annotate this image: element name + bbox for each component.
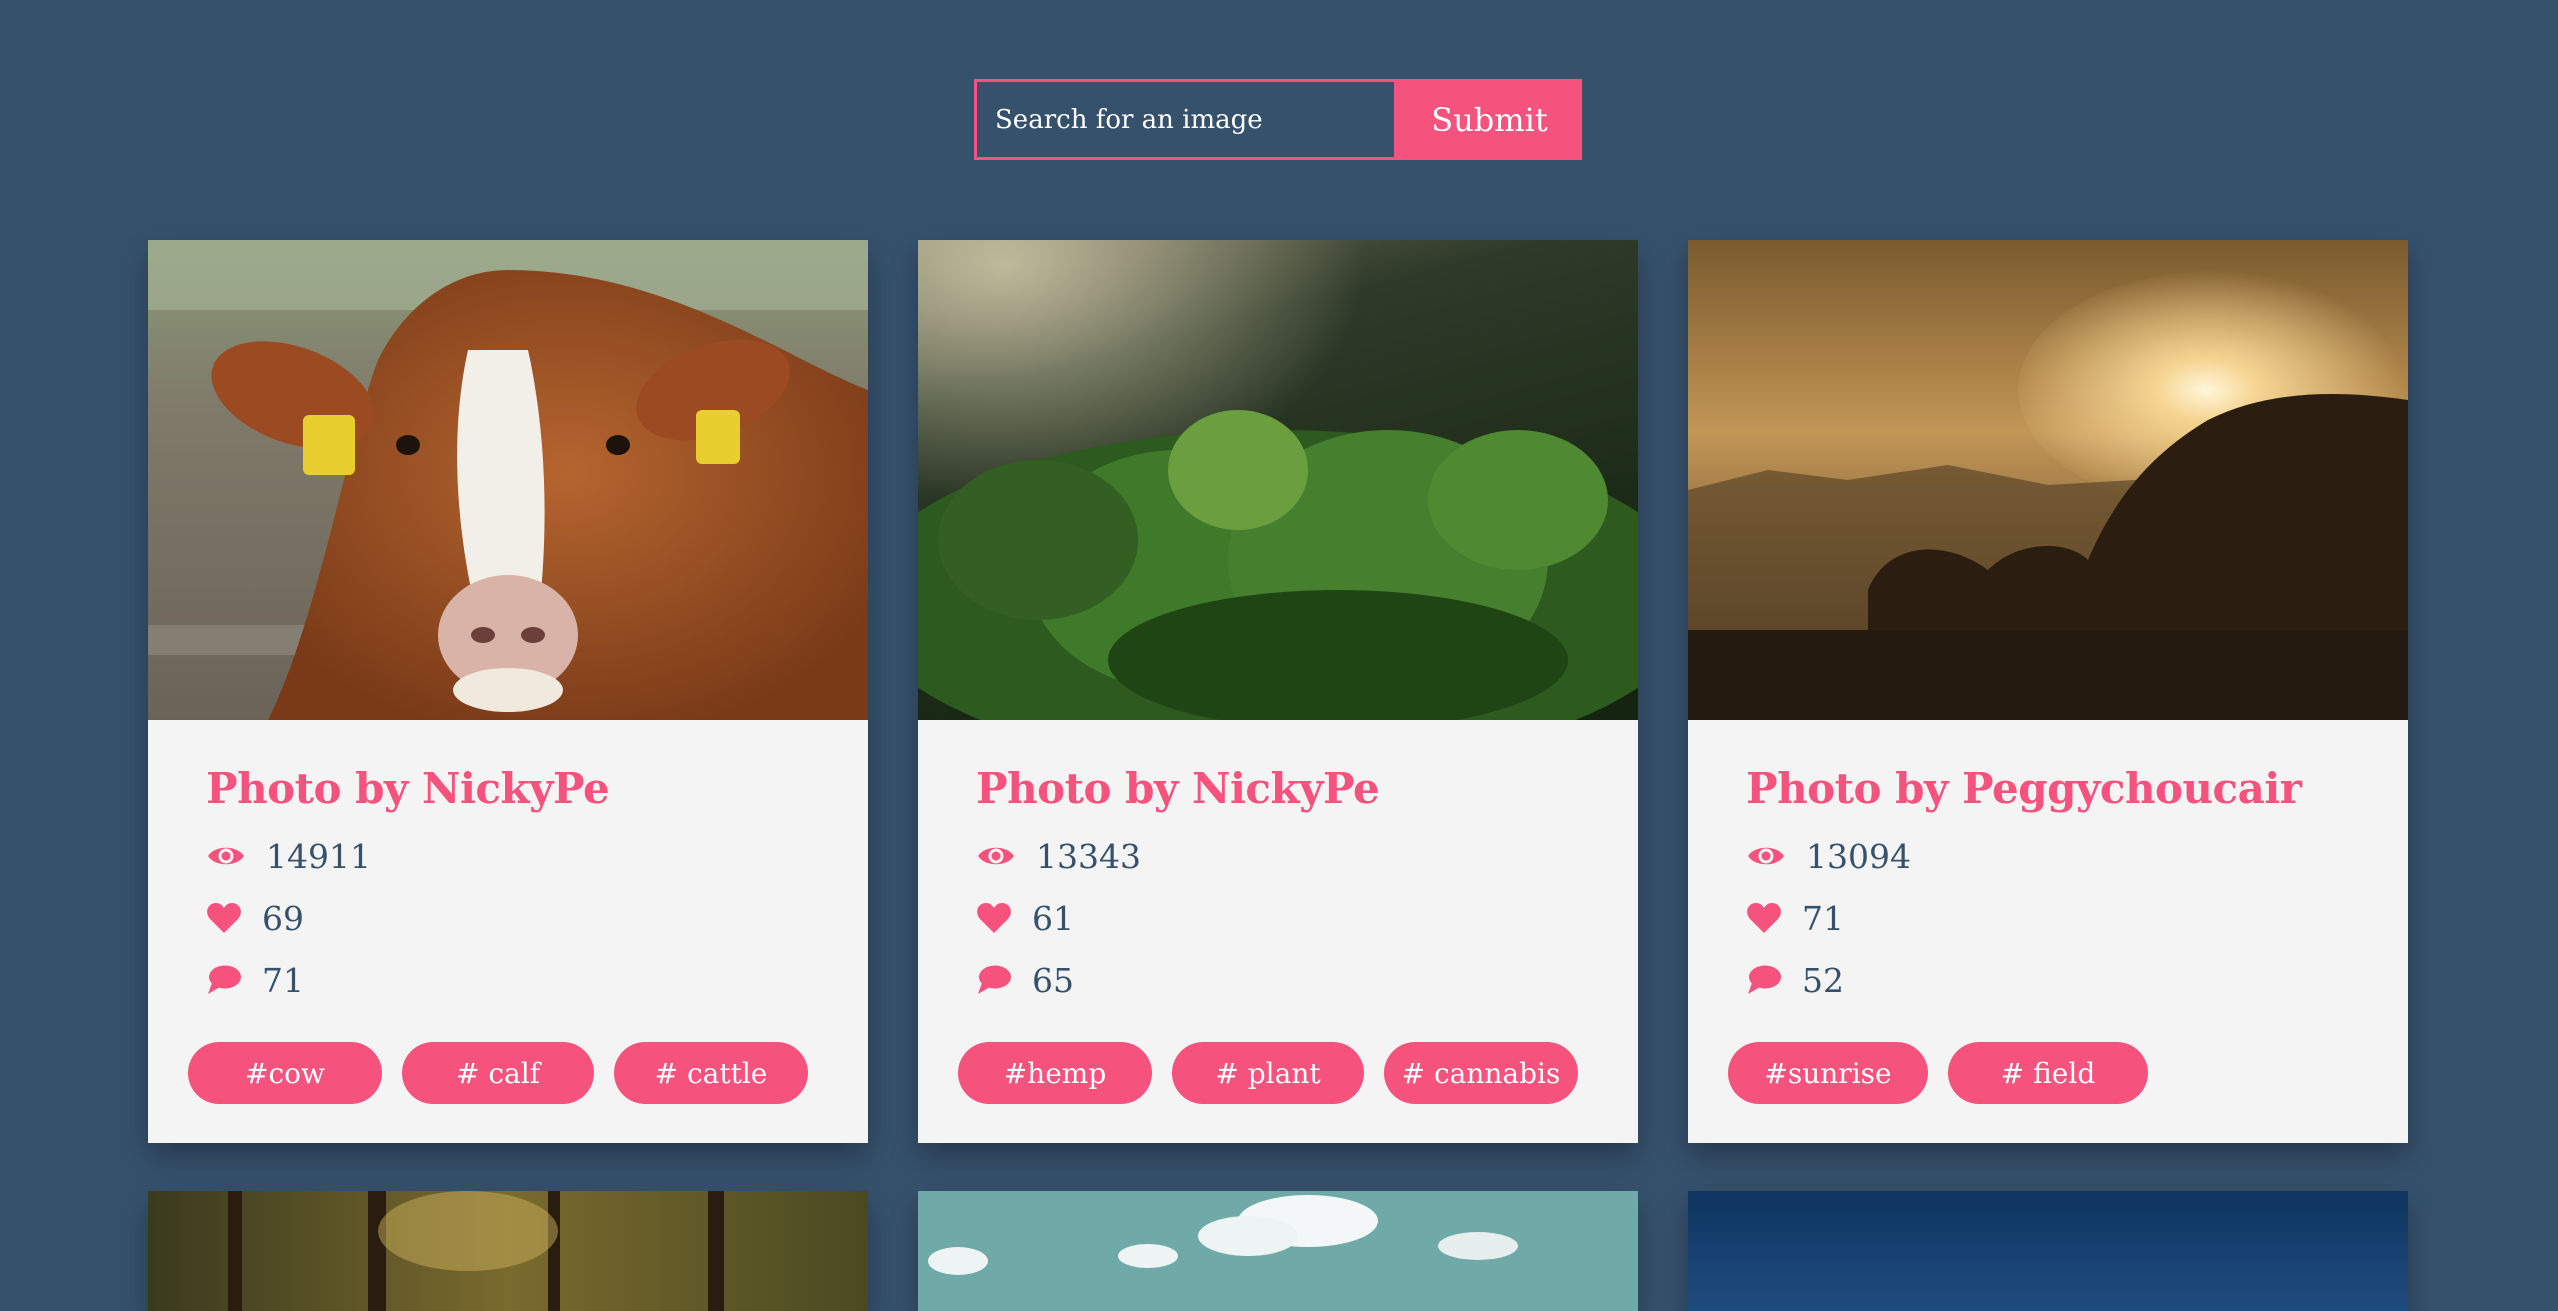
views-stat: 13343 bbox=[976, 835, 1580, 877]
card-body: Photo by NickyPe 13343 61 65 #hemp # pla… bbox=[918, 720, 1638, 1143]
hemp-photo bbox=[918, 240, 1638, 720]
heart-icon bbox=[1747, 903, 1781, 933]
comments-stat: 52 bbox=[1746, 959, 2350, 1001]
comment-icon bbox=[208, 965, 241, 994]
tag-button[interactable]: # plant bbox=[1172, 1042, 1364, 1104]
forest-photo[interactable] bbox=[148, 1191, 868, 1311]
image-card: Photo by Peggychoucair 13094 71 52 #sunr… bbox=[1688, 240, 2408, 1143]
likes-count: 61 bbox=[1032, 898, 1074, 938]
heart-icon bbox=[977, 903, 1011, 933]
likes-stat: 61 bbox=[976, 897, 1580, 939]
tag-list: #cow # calf # cattle bbox=[188, 1042, 808, 1104]
views-stat: 13094 bbox=[1746, 835, 2350, 877]
card-title: Photo by NickyPe bbox=[206, 764, 610, 813]
comments-stat: 71 bbox=[206, 959, 810, 1001]
tag-list: #sunrise # field bbox=[1728, 1042, 2148, 1104]
card-title: Photo by NickyPe bbox=[976, 764, 1380, 813]
image-card bbox=[1688, 1191, 2408, 1311]
views-count: 13094 bbox=[1806, 836, 1911, 876]
tag-button[interactable]: # calf bbox=[402, 1042, 594, 1104]
image-card bbox=[918, 1191, 1638, 1311]
comment-icon bbox=[978, 965, 1011, 994]
image-card bbox=[148, 1191, 868, 1311]
night-sky-photo[interactable] bbox=[1688, 1191, 2408, 1311]
tag-list: #hemp # plant # cannabis bbox=[958, 1042, 1578, 1104]
tag-button[interactable]: #hemp bbox=[958, 1042, 1152, 1104]
likes-count: 69 bbox=[262, 898, 304, 938]
card-body: Photo by NickyPe 14911 69 71 #cow # calf… bbox=[148, 720, 868, 1143]
tag-button[interactable]: # cattle bbox=[614, 1042, 808, 1104]
views-stat: 14911 bbox=[206, 835, 810, 877]
comments-count: 52 bbox=[1802, 960, 1844, 1000]
eye-icon bbox=[1748, 847, 1784, 865]
image-card: Photo by NickyPe 13343 61 65 #hemp # pla… bbox=[918, 240, 1638, 1143]
views-count: 13343 bbox=[1036, 836, 1141, 876]
tag-button[interactable]: # cannabis bbox=[1384, 1042, 1578, 1104]
likes-stat: 69 bbox=[206, 897, 810, 939]
sunrise-photo bbox=[1688, 240, 2408, 720]
card-photo-hemp[interactable] bbox=[918, 240, 1638, 720]
comments-stat: 65 bbox=[976, 959, 1580, 1001]
comment-icon bbox=[1748, 965, 1781, 994]
search-input[interactable] bbox=[974, 79, 1397, 160]
tag-button[interactable]: # field bbox=[1948, 1042, 2148, 1104]
cow-photo bbox=[148, 240, 868, 720]
eye-icon bbox=[208, 847, 244, 865]
search-form: Submit bbox=[974, 79, 1582, 160]
image-grid: Photo by NickyPe 14911 69 71 #cow # calf… bbox=[148, 240, 2408, 1311]
tag-button[interactable]: #sunrise bbox=[1728, 1042, 1928, 1104]
likes-count: 71 bbox=[1802, 898, 1844, 938]
image-card: Photo by NickyPe 14911 69 71 #cow # calf… bbox=[148, 240, 868, 1143]
tag-button[interactable]: #cow bbox=[188, 1042, 382, 1104]
card-body: Photo by Peggychoucair 13094 71 52 #sunr… bbox=[1688, 720, 2408, 1143]
card-title: Photo by Peggychoucair bbox=[1746, 764, 2302, 813]
eye-icon bbox=[978, 847, 1014, 865]
submit-button[interactable]: Submit bbox=[1397, 79, 1582, 160]
likes-stat: 71 bbox=[1746, 897, 2350, 939]
heart-icon bbox=[207, 903, 241, 933]
comments-count: 71 bbox=[262, 960, 304, 1000]
views-count: 14911 bbox=[266, 836, 371, 876]
card-photo-sunrise[interactable] bbox=[1688, 240, 2408, 720]
comments-count: 65 bbox=[1032, 960, 1074, 1000]
card-photo-cow[interactable] bbox=[148, 240, 868, 720]
clouds-photo[interactable] bbox=[918, 1191, 1638, 1311]
